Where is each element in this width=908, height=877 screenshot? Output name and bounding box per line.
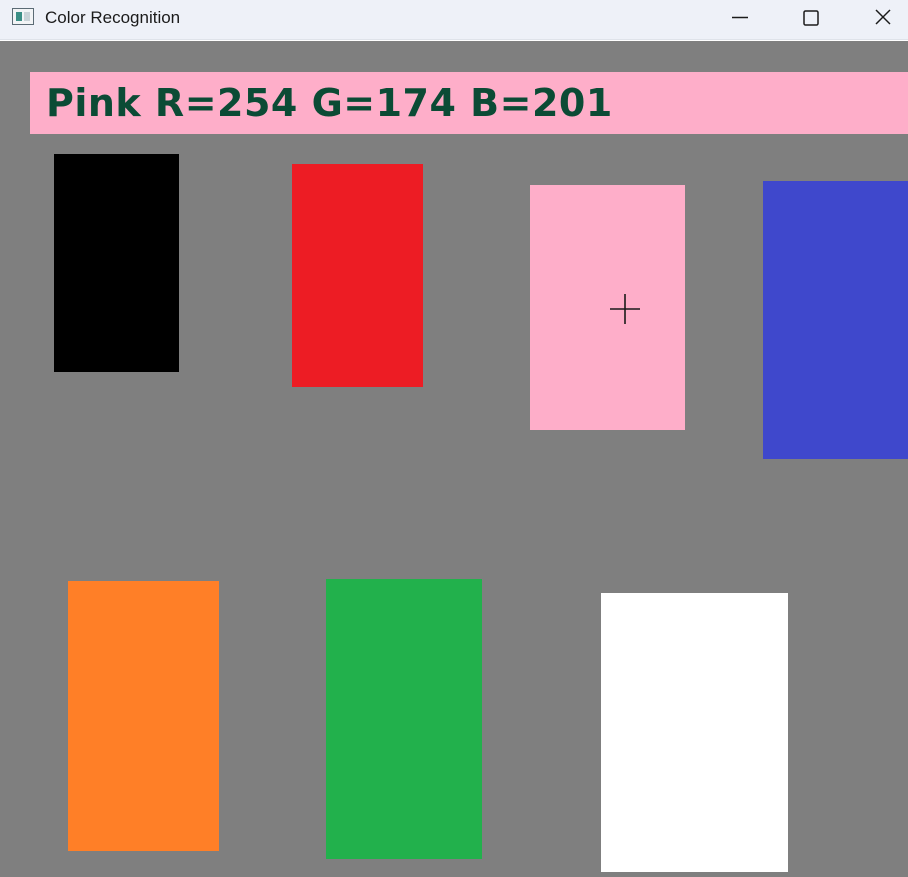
app-icon[interactable] xyxy=(12,8,34,25)
minimize-button[interactable] xyxy=(718,0,764,38)
maximize-button[interactable] xyxy=(788,0,834,38)
swatch-pink[interactable] xyxy=(530,185,685,430)
title-bar[interactable]: Color Recognition xyxy=(0,0,908,40)
detected-color-text: Pink R=254 G=174 B=201 xyxy=(46,81,613,125)
image-canvas[interactable]: Pink R=254 G=174 B=201 xyxy=(0,41,908,877)
swatch-black[interactable] xyxy=(54,154,179,372)
swatch-blue[interactable] xyxy=(763,181,908,459)
crosshair-icon xyxy=(610,294,640,324)
close-icon xyxy=(875,9,891,25)
app-window: Color Recognition Pink R=254 G=174 B=201 xyxy=(0,0,908,877)
close-button[interactable] xyxy=(860,0,906,38)
swatch-green[interactable] xyxy=(326,579,482,859)
detected-color-banner: Pink R=254 G=174 B=201 xyxy=(30,72,908,134)
swatch-orange[interactable] xyxy=(68,581,219,851)
swatch-red[interactable] xyxy=(292,164,423,387)
minimize-icon xyxy=(732,16,748,19)
swatch-white[interactable] xyxy=(601,593,788,872)
window-title: Color Recognition xyxy=(45,8,181,27)
maximize-icon xyxy=(803,10,819,26)
